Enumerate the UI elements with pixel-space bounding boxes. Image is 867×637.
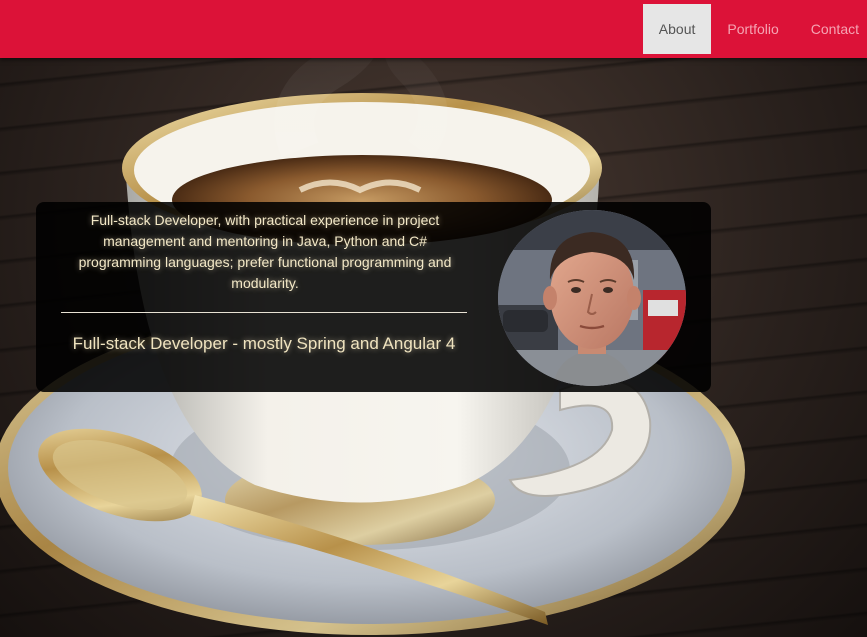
profile-role: Full-stack Developer - mostly Spring and… [72,334,456,353]
profile-description: Full-stack Developer, with practical exp… [78,212,452,291]
nav-links: About Portfolio Contact [642,4,867,54]
divider [61,312,467,313]
nav-item-portfolio[interactable]: Portfolio [711,4,794,54]
nav-item-contact[interactable]: Contact [795,4,867,54]
nav-item-about[interactable]: About [642,4,712,54]
top-navbar: About Portfolio Contact [0,0,867,58]
profile-photo-icon [498,210,686,386]
profile-panel: Full-stack Developer, with practical exp… [36,202,711,392]
page: About Portfolio Contact Full-stack Devel… [0,0,867,637]
avatar [498,210,686,386]
